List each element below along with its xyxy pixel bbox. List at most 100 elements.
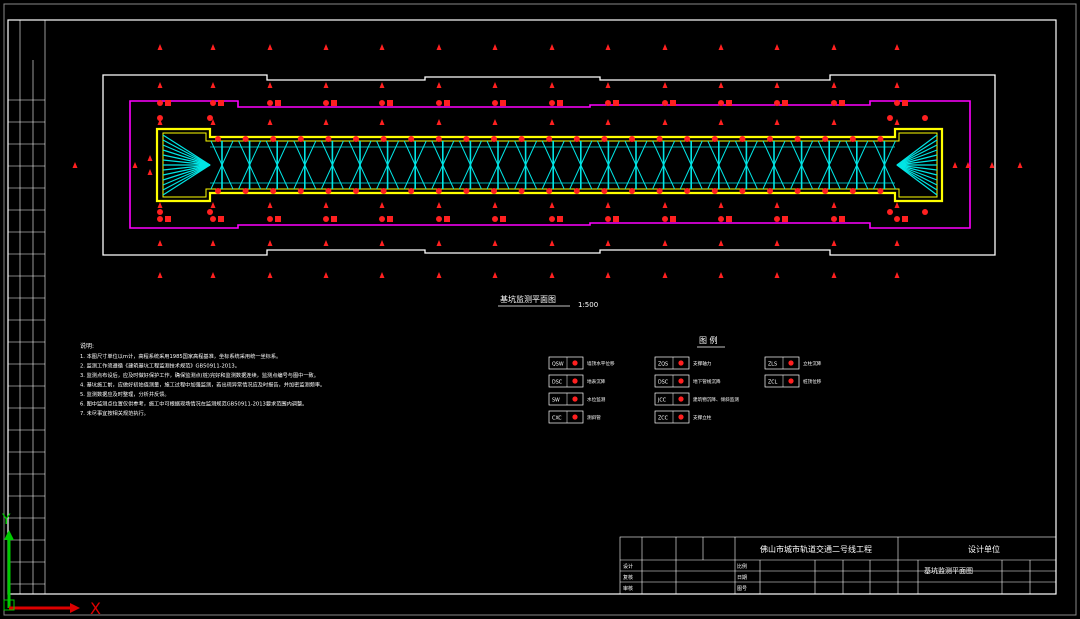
title-block-cell: 审核 bbox=[623, 585, 633, 592]
strut-force-point bbox=[270, 136, 277, 142]
inclinometer-point bbox=[670, 100, 676, 106]
left-binding-strip bbox=[19, 20, 46, 594]
wall-displacement-point bbox=[774, 119, 780, 125]
sheet-border bbox=[7, 19, 1057, 595]
inclinometer-point bbox=[500, 216, 506, 222]
inclinometer-point bbox=[331, 216, 337, 222]
strut-brace bbox=[872, 164, 885, 190]
strut-force-point bbox=[297, 188, 304, 194]
inclinometer-point bbox=[387, 216, 393, 222]
inclinometer-point bbox=[165, 216, 171, 222]
note-line: 5. 监测数据应及时整理，分析并反馈。 bbox=[80, 390, 170, 398]
strut-force-point bbox=[435, 188, 442, 194]
wall-displacement-point bbox=[831, 202, 837, 208]
strut-brace bbox=[690, 140, 703, 166]
note-line: 7. 未尽事宜按相关规范执行。 bbox=[80, 409, 149, 417]
inclinometer-point bbox=[500, 100, 506, 106]
strut-brace bbox=[320, 140, 333, 166]
end-point bbox=[989, 162, 995, 168]
strut-brace bbox=[486, 140, 499, 166]
strut-brace bbox=[663, 164, 676, 190]
wall-top-point bbox=[210, 216, 216, 222]
legend-symbol-marker bbox=[678, 414, 684, 420]
wall-displacement-point bbox=[267, 119, 273, 125]
wall-top-point bbox=[379, 100, 385, 106]
strut-brace bbox=[276, 164, 289, 190]
strut-brace bbox=[828, 140, 841, 166]
strut-brace bbox=[652, 140, 665, 166]
ucs-y-label: Y bbox=[1, 512, 11, 528]
wall-displacement-point bbox=[605, 202, 611, 208]
note-line: 2. 监测工作须遵循《建筑基坑工程监测技术规范》GB50911-2013。 bbox=[80, 362, 240, 370]
strut-force-point bbox=[242, 188, 249, 194]
wall-top-point bbox=[718, 216, 724, 222]
strut-force-point bbox=[353, 136, 359, 142]
ground-settlement-point bbox=[157, 272, 163, 278]
ground-settlement-point bbox=[605, 272, 611, 278]
strut-force-point bbox=[601, 136, 608, 142]
notes-heading: 说明: bbox=[80, 342, 94, 350]
wall-displacement-point bbox=[718, 119, 724, 125]
strut-brace bbox=[569, 164, 582, 190]
ground-settlement-point bbox=[210, 240, 216, 246]
ground-settlement-point bbox=[436, 240, 442, 246]
inclinometer-point bbox=[613, 100, 619, 106]
ground-settlement-point bbox=[718, 82, 724, 88]
strut-force-point bbox=[601, 188, 608, 194]
ground-settlement-point bbox=[492, 272, 498, 278]
strut-brace bbox=[331, 164, 344, 190]
wall-displacement-point bbox=[662, 202, 668, 208]
ground-settlement-point bbox=[323, 240, 329, 246]
ground-settlement-point bbox=[267, 44, 273, 50]
strut-force-point bbox=[656, 136, 663, 142]
wall-displacement-point bbox=[323, 119, 329, 125]
strut-brace bbox=[707, 164, 720, 190]
strut-brace bbox=[817, 140, 830, 166]
strut-brace bbox=[304, 140, 317, 166]
inclinometer-point bbox=[839, 216, 845, 222]
ground-settlement-point bbox=[436, 44, 442, 50]
legend-description: 支撑立柱 bbox=[693, 414, 712, 421]
cad-drawing-canvas[interactable]: 基坑监测平面图 1:500 说明: 1. 本图尺寸单位以m计，高程系统采用198… bbox=[0, 0, 1080, 619]
design-unit: 设计单位 bbox=[968, 544, 1000, 554]
strut-brace bbox=[221, 140, 234, 166]
strut-brace bbox=[304, 164, 317, 190]
strut-force-point bbox=[849, 188, 856, 194]
legend-symbol-marker bbox=[678, 396, 684, 402]
ground-settlement-point bbox=[774, 272, 780, 278]
wall-displacement-point bbox=[436, 119, 442, 125]
ground-settlement-point bbox=[549, 240, 555, 246]
wall-top-point bbox=[662, 216, 668, 222]
inclinometer-point bbox=[613, 216, 619, 222]
ground-settlement-point bbox=[492, 240, 498, 246]
strut-force-point bbox=[408, 136, 415, 142]
strut-brace bbox=[403, 164, 416, 190]
strut-brace bbox=[652, 164, 665, 190]
strut-force-point bbox=[877, 188, 884, 194]
strut-brace bbox=[293, 140, 306, 166]
strut-brace bbox=[458, 164, 471, 190]
legend-code: SW bbox=[552, 398, 560, 404]
ground-settlement-point bbox=[549, 44, 555, 50]
inclinometer-point bbox=[557, 100, 563, 106]
ucs-icon[interactable]: Y X bbox=[1, 512, 101, 618]
strut-brace bbox=[387, 164, 400, 190]
strut-brace bbox=[790, 140, 803, 166]
excavation-inner-wall bbox=[162, 132, 938, 198]
ground-settlement-point bbox=[379, 82, 385, 88]
legend-symbol-marker bbox=[788, 378, 794, 384]
wall-displacement-point bbox=[210, 202, 216, 208]
monitoring-points[interactable] bbox=[72, 44, 1023, 278]
ground-settlement-point bbox=[831, 44, 837, 50]
wall-displacement-point bbox=[549, 119, 555, 125]
legend-symbol-marker bbox=[572, 414, 578, 420]
plan-title: 基坑监测平面图 bbox=[500, 294, 556, 304]
wall-top-point bbox=[157, 100, 163, 106]
monitoring-boundary bbox=[129, 100, 971, 229]
inclinometer-point bbox=[165, 100, 171, 106]
legend-symbol-marker bbox=[678, 378, 684, 384]
strut-brace bbox=[431, 140, 444, 166]
strut-brace bbox=[845, 140, 858, 166]
strut-brace bbox=[442, 140, 455, 166]
strut-brace bbox=[348, 164, 361, 190]
